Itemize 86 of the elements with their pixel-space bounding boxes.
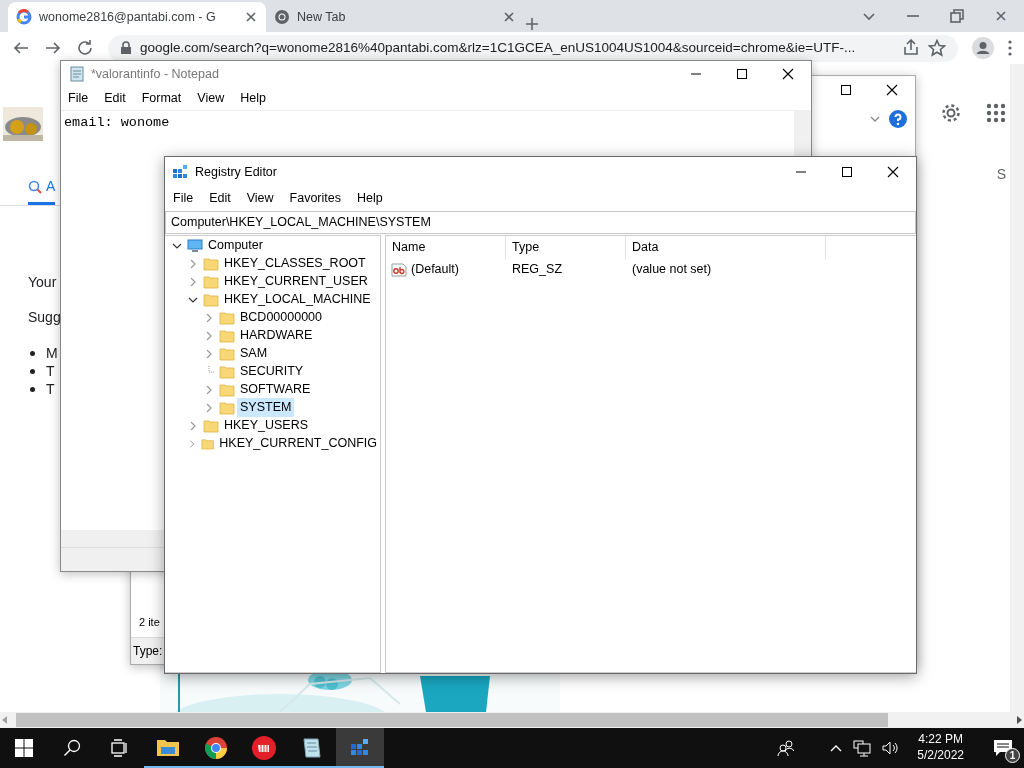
- bullet-icon: [30, 368, 35, 374]
- search-tab[interactable]: A: [28, 176, 56, 205]
- search-icon: [28, 179, 42, 194]
- apps-icon[interactable]: [986, 103, 1006, 123]
- chrome-icon: [274, 9, 290, 25]
- menu-item[interactable]: View: [190, 87, 232, 110]
- notepad-icon: [69, 66, 85, 82]
- maximize-icon[interactable]: [736, 68, 748, 80]
- menu-item[interactable]: File: [61, 87, 96, 110]
- menu-item[interactable]: Format: [134, 87, 189, 110]
- cubes-icon: [172, 164, 188, 180]
- notification-button[interactable]: 1: [982, 728, 1024, 768]
- tree-item[interactable]: HKEY_CLASSES_ROOT: [221, 254, 369, 273]
- result-text: Your: [28, 273, 57, 292]
- tree-item[interactable]: SYSTEM: [237, 398, 295, 417]
- tree-item[interactable]: HKEY_CURRENT_CONFIG: [216, 434, 380, 453]
- menu-item[interactable]: Favorites: [282, 187, 348, 210]
- volume-icon[interactable]: [881, 739, 900, 757]
- tree-item[interactable]: HKEY_USERS: [221, 416, 312, 435]
- start-icon[interactable]: [15, 739, 33, 757]
- tree-item[interactable]: HKEY_LOCAL_MACHINE: [221, 290, 374, 309]
- close-icon[interactable]: [887, 166, 899, 178]
- tree-item[interactable]: SAM: [237, 344, 271, 363]
- restore-icon[interactable]: [950, 9, 964, 23]
- column-header[interactable]: Type: [506, 235, 626, 260]
- table-cell-text: (Default): [411, 261, 459, 279]
- column-header[interactable]: Name: [386, 235, 506, 260]
- settings-icon[interactable]: [940, 102, 962, 124]
- suggestion-text: T: [46, 379, 55, 399]
- string-value-icon: [391, 261, 407, 278]
- browser-tab[interactable]: New Tab: [266, 2, 524, 32]
- bullet-icon: [30, 386, 35, 392]
- address-bar[interactable]: google.com/search?q=wonome2816%40pantabi.com&rlz=1C1GCEA_enUS1004US1004&sourceid=chrome&ie=UTF-...: [108, 34, 958, 62]
- status-text: 2 ite: [139, 616, 160, 628]
- tree-item[interactable]: Computer: [205, 236, 266, 255]
- tree-item[interactable]: SECURITY: [237, 362, 307, 381]
- plus-icon[interactable]: [524, 16, 540, 32]
- network-icon[interactable]: [853, 739, 872, 757]
- notepad-icon: [300, 736, 324, 760]
- close-icon[interactable]: [782, 68, 794, 80]
- suggestion-text: T: [46, 361, 55, 381]
- bullet-icon: [30, 350, 35, 356]
- menu-item[interactable]: Edit: [202, 187, 238, 210]
- clock-date: 5/2/2022: [917, 748, 964, 764]
- maximize-icon[interactable]: [840, 84, 852, 96]
- result-text: Sugg: [28, 308, 61, 327]
- more-icon[interactable]: [1008, 40, 1012, 56]
- help-icon[interactable]: [889, 110, 907, 128]
- menu-item[interactable]: Help: [233, 87, 273, 110]
- tree-item[interactable]: HKEY_CURRENT_USER: [221, 272, 371, 291]
- share-icon[interactable]: [902, 39, 920, 57]
- scroll-right-icon[interactable]: [1014, 715, 1024, 725]
- table-cell-text: (value not set): [631, 261, 712, 279]
- clock-time: 4:22 PM: [918, 732, 963, 748]
- google-icon: [16, 9, 32, 25]
- menu-item[interactable]: Help: [350, 187, 390, 210]
- column-header[interactable]: Data: [626, 235, 826, 260]
- notification-count: 1: [1005, 748, 1020, 763]
- menu-item[interactable]: View: [239, 187, 281, 210]
- tree-item[interactable]: BCD00000000: [237, 308, 325, 327]
- fist-icon: [252, 736, 276, 760]
- task-view-icon[interactable]: [111, 739, 129, 757]
- tree-item[interactable]: HARDWARE: [237, 326, 316, 345]
- lock-icon: [120, 41, 132, 55]
- people-icon[interactable]: [777, 739, 796, 757]
- window-title: Registry Editor: [195, 163, 278, 181]
- maximize-icon[interactable]: [841, 166, 853, 178]
- reload-icon[interactable]: [76, 39, 94, 57]
- star-icon[interactable]: [928, 39, 946, 57]
- menu-item[interactable]: File: [166, 187, 201, 210]
- search-tab[interactable]: S: [996, 164, 1006, 185]
- scrollbar-thumb[interactable]: [16, 713, 888, 727]
- tree-item[interactable]: SOFTWARE: [237, 380, 314, 399]
- profile-icon[interactable]: [972, 37, 994, 59]
- chrome-icon: [204, 736, 228, 760]
- search-icon[interactable]: [63, 739, 81, 757]
- table-cell-text: REG_SZ: [511, 261, 563, 279]
- address-field[interactable]: Computer\HKEY_LOCAL_MACHINE\SYSTEM: [165, 210, 916, 234]
- close-icon[interactable]: [886, 84, 898, 96]
- clock[interactable]: 4:22 PM 5/2/2022: [909, 732, 972, 764]
- browser-tab[interactable]: wonome2816@pantabi.com - G: [8, 2, 266, 32]
- close-icon[interactable]: [244, 10, 258, 24]
- suggestion-text: M: [46, 343, 58, 363]
- menu-item[interactable]: Edit: [97, 87, 133, 110]
- editor-text: email: wonome: [64, 114, 170, 130]
- window-title: *valorantinfo - Notepad: [91, 65, 220, 83]
